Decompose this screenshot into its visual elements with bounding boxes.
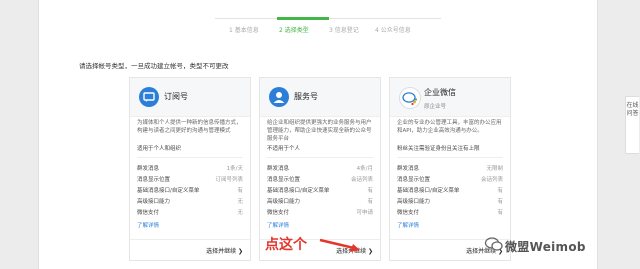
- feature-row: 高级接口能力有: [397, 199, 503, 205]
- feature-row: 微信支付无: [137, 210, 243, 216]
- online-help-tab[interactable]: 在线问答: [625, 96, 639, 154]
- step-4: 4 公众号信息: [375, 27, 411, 34]
- step-rule-active: [277, 17, 329, 20]
- divider: [137, 157, 243, 158]
- learn-more-link[interactable]: 了解详情: [397, 221, 419, 229]
- weimob-logo-icon: [484, 237, 503, 251]
- card-scope: 粉丝关注需验证身份且关注有上限: [397, 146, 480, 152]
- page-panel: 1 基本信息 2 选择类型 3 信息登记 4 公众号信息 请选择帐号类型，一旦成…: [38, 0, 598, 269]
- online-help-label: 在线问答: [626, 102, 639, 117]
- card-title: 企业微信: [424, 88, 456, 97]
- learn-more-link[interactable]: 了解详情: [137, 221, 159, 229]
- card-header: 服务号: [260, 78, 380, 117]
- card-scope: 不适用于个人: [267, 146, 301, 152]
- divider: [397, 157, 503, 158]
- card-work-wechat[interactable]: 企业微信 原企业号 企业的专业办公管理工具，丰富的办公应用和API，助力企业高效…: [389, 77, 511, 261]
- feature-row: 高级接口能力有: [267, 199, 373, 205]
- feature-row: 微信支付有: [397, 210, 503, 216]
- feature-row: 群发消息 无限制: [397, 166, 503, 172]
- feature-row: 基础消息接口/自定义菜单有: [267, 188, 373, 194]
- feature-row: 基础消息接口/自定义菜单有: [397, 188, 503, 194]
- feature-row: 消息显示位置 订阅号列表: [137, 177, 243, 183]
- card-scope: 适用于个人和组织: [137, 146, 182, 152]
- card-description: 企业的专业办公管理工具，丰富的办公应用和API，助力企业高效沟通与办公。: [397, 120, 502, 134]
- feature-row: 消息显示位置 会话列表: [397, 177, 503, 183]
- watermark: 微盟Weimob: [505, 240, 586, 254]
- card-subtitle: 原企业号: [424, 104, 447, 110]
- card-description: 为媒体和个人提供一种新的信息传播方式，构建与读者之间更好的沟通与管理模式: [137, 120, 242, 134]
- feature-row: 微信支付 可申请: [267, 210, 373, 216]
- card-title: 服务号: [294, 92, 318, 101]
- feature-row: 高级接口能力无: [137, 199, 243, 205]
- card-header: 企业微信 原企业号: [390, 78, 510, 117]
- service-icon: [269, 87, 289, 107]
- intro-text: 请选择帐号类型，一旦成功建立帐号，类型不可更改: [79, 62, 229, 70]
- feature-row: 群发消息 4条/月: [267, 166, 373, 172]
- step-1: 1 基本信息: [229, 27, 259, 34]
- learn-more-link[interactable]: 了解详情: [267, 221, 289, 229]
- card-header: 订阅号: [130, 78, 250, 117]
- work-wechat-icon: [399, 87, 421, 109]
- annotation-arrow-icon: [319, 238, 360, 252]
- feature-row: 基础消息接口/自定义菜单有: [137, 188, 243, 194]
- card-subscription[interactable]: 订阅号 为媒体和个人提供一种新的信息传播方式，构建与读者之间更好的沟通与管理模式…: [129, 77, 251, 261]
- select-continue-button[interactable]: 选择并继续 ❯: [206, 246, 243, 255]
- feature-row: 消息显示位置 会话列表: [267, 177, 373, 183]
- card-footer: 选择并继续 ❯: [130, 239, 250, 260]
- step-indicator: 1 基本信息 2 选择类型 3 信息登记 4 公众号信息: [39, 0, 597, 52]
- feature-row: 群发消息 1条/天: [137, 166, 243, 172]
- annotation-text: 点这个: [265, 237, 307, 253]
- step-2-active: 2 选择类型: [279, 27, 309, 34]
- card-title: 订阅号: [164, 92, 188, 101]
- card-description: 给企业和组织提供更强大的业务服务与用户管理能力，帮助企业快速实现全新的公众号服务…: [267, 120, 372, 142]
- step-3: 3 信息登记: [329, 27, 359, 34]
- divider: [267, 157, 373, 158]
- subscription-icon: [139, 87, 159, 107]
